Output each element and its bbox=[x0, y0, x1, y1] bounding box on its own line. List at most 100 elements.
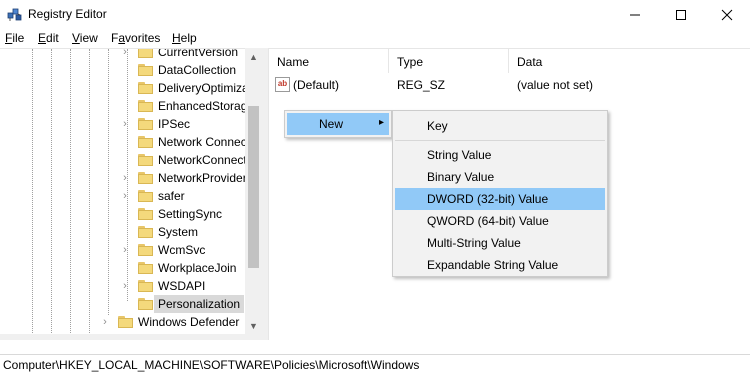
tree-item-label: WcmSvc bbox=[158, 243, 206, 257]
scroll-up-button[interactable]: ▲ bbox=[245, 48, 262, 65]
submenu-item-label: QWORD (64-bit) Value bbox=[427, 214, 549, 228]
folder-icon bbox=[138, 244, 153, 256]
folder-icon bbox=[138, 154, 153, 166]
tree-item-label: WSDAPI bbox=[158, 279, 206, 293]
chevron-up-icon: ▲ bbox=[249, 51, 258, 62]
folder-icon bbox=[138, 64, 153, 76]
menu-file[interactable]: File bbox=[5, 31, 24, 45]
window-title: Registry Editor bbox=[28, 7, 107, 21]
context-menu-new[interactable]: New ▸ bbox=[287, 113, 389, 135]
minimize-button[interactable] bbox=[612, 0, 658, 29]
value-data: (value not set) bbox=[517, 78, 594, 92]
expand-chevron-icon[interactable]: › bbox=[120, 241, 130, 259]
tree-item-label: Windows Defender bbox=[138, 315, 240, 329]
expand-chevron-icon[interactable]: › bbox=[120, 187, 130, 205]
tree-item-label: Personalization bbox=[154, 295, 245, 313]
maximize-icon bbox=[676, 9, 686, 20]
submenu-item-string-value[interactable]: String Value bbox=[395, 144, 605, 166]
tree-item[interactable]: › NetworkProvider bbox=[120, 169, 262, 187]
tree-vertical-scrollbar[interactable]: ▲ ▼ bbox=[245, 48, 262, 334]
tree-item[interactable]: DeliveryOptimization bbox=[120, 79, 262, 97]
menu-edit-accelerator: E bbox=[38, 31, 47, 45]
tree-item-label: CurrentVersion bbox=[158, 48, 239, 59]
menu-edit[interactable]: Edit bbox=[38, 31, 59, 45]
tree-connector bbox=[89, 49, 90, 334]
submenu-item-binary-value[interactable]: Binary Value bbox=[395, 166, 605, 188]
menu-view-accelerator: V bbox=[72, 31, 80, 45]
scrollbar-thumb[interactable] bbox=[248, 106, 259, 268]
folder-icon bbox=[138, 208, 153, 220]
submenu-item-expandable-string-value[interactable]: Expandable String Value bbox=[395, 254, 605, 276]
column-header-name[interactable]: Name bbox=[269, 49, 389, 73]
column-header-type[interactable]: Type bbox=[389, 49, 509, 73]
tree-connector bbox=[32, 49, 33, 334]
folder-icon bbox=[138, 172, 153, 184]
expand-chevron-icon[interactable]: › bbox=[120, 115, 130, 133]
folder-icon bbox=[138, 118, 153, 130]
submenu-item-label: String Value bbox=[427, 148, 492, 162]
menu-help[interactable]: Help bbox=[172, 31, 197, 45]
status-bar: Computer\HKEY_LOCAL_MACHINE\SOFTWARE\Pol… bbox=[0, 354, 750, 374]
tree-item-label: IPSec bbox=[158, 117, 191, 131]
submenu-item-dword-value[interactable]: DWORD (32-bit) Value bbox=[395, 188, 605, 210]
submenu-item-qword-value[interactable]: QWORD (64-bit) Value bbox=[395, 210, 605, 232]
tree-item[interactable]: › CurrentVersion bbox=[120, 48, 262, 61]
tree-connector bbox=[108, 49, 109, 315]
folder-icon bbox=[138, 82, 153, 94]
new-submenu: Key String Value Binary Value DWORD (32-… bbox=[392, 110, 608, 277]
folder-icon bbox=[138, 100, 153, 112]
folder-icon bbox=[138, 262, 153, 274]
menu-view-label: iew bbox=[79, 31, 98, 45]
tree-item[interactable]: System bbox=[120, 223, 262, 241]
minimize-icon bbox=[630, 14, 640, 15]
submenu-item-key[interactable]: Key bbox=[395, 115, 605, 137]
list-row-default[interactable]: ab (Default) REG_SZ (value not set) bbox=[269, 76, 750, 96]
close-button[interactable] bbox=[704, 0, 750, 29]
maximize-button[interactable] bbox=[658, 0, 704, 29]
expand-chevron-icon[interactable]: › bbox=[100, 313, 110, 331]
tree-connector bbox=[70, 49, 71, 334]
tree-item[interactable]: NetworkConnectivityStatusIndicator bbox=[120, 151, 262, 169]
tree-item[interactable]: › WcmSvc bbox=[120, 241, 262, 259]
tree-item-label: NetworkProvider bbox=[158, 171, 247, 185]
folder-icon bbox=[138, 190, 153, 202]
registry-editor-icon bbox=[7, 8, 22, 21]
tree-item-label: safer bbox=[158, 189, 185, 203]
tree-item[interactable]: WorkplaceJoin bbox=[120, 259, 262, 277]
tree-item-label: SettingSync bbox=[158, 207, 223, 221]
menu-favorites[interactable]: Favorites bbox=[111, 31, 160, 45]
tree-item[interactable]: › safer bbox=[120, 187, 262, 205]
submenu-item-label: DWORD (32-bit) Value bbox=[427, 192, 549, 206]
close-icon bbox=[721, 9, 733, 20]
folder-icon bbox=[138, 298, 153, 310]
submenu-item-label: Binary Value bbox=[427, 170, 495, 184]
scroll-down-button[interactable]: ▼ bbox=[245, 317, 262, 334]
title-bar: Registry Editor bbox=[0, 0, 750, 29]
tree-item[interactable]: Network Connections bbox=[120, 133, 262, 151]
menu-view[interactable]: View bbox=[72, 31, 98, 45]
tree-item[interactable]: › IPSec bbox=[120, 115, 262, 133]
value-name: (Default) bbox=[293, 78, 340, 92]
expand-chevron-icon[interactable]: › bbox=[120, 277, 130, 295]
expand-chevron-icon[interactable]: › bbox=[120, 169, 130, 187]
tree-item[interactable]: SettingSync bbox=[120, 205, 262, 223]
expand-chevron-icon[interactable]: › bbox=[120, 49, 130, 61]
tree-item-label: DataCollection bbox=[158, 63, 237, 77]
column-header-data[interactable]: Data bbox=[509, 49, 750, 73]
menu-bar: File Edit View Favorites Help bbox=[0, 29, 750, 48]
menu-separator bbox=[395, 140, 605, 141]
tree-item[interactable]: › WSDAPI bbox=[120, 277, 262, 295]
folder-icon bbox=[138, 226, 153, 238]
folder-icon bbox=[138, 136, 153, 148]
tree-item[interactable]: › Windows Defender bbox=[100, 313, 262, 331]
menu-edit-label: dit bbox=[46, 31, 59, 45]
folder-icon bbox=[138, 49, 153, 58]
menu-help-accelerator: H bbox=[172, 31, 181, 45]
tree-item[interactable]: EnhancedStorageDevices bbox=[120, 97, 262, 115]
value-type: REG_SZ bbox=[397, 78, 446, 92]
tree-item[interactable]: Personalization bbox=[120, 295, 262, 313]
submenu-item-multi-string-value[interactable]: Multi-String Value bbox=[395, 232, 605, 254]
tree-horizontal-scrollbar[interactable] bbox=[0, 334, 262, 340]
registry-tree[interactable]: › CurrentVersion DataCollection DeliveryOpt… bbox=[0, 48, 262, 334]
tree-item[interactable]: DataCollection bbox=[120, 61, 262, 79]
